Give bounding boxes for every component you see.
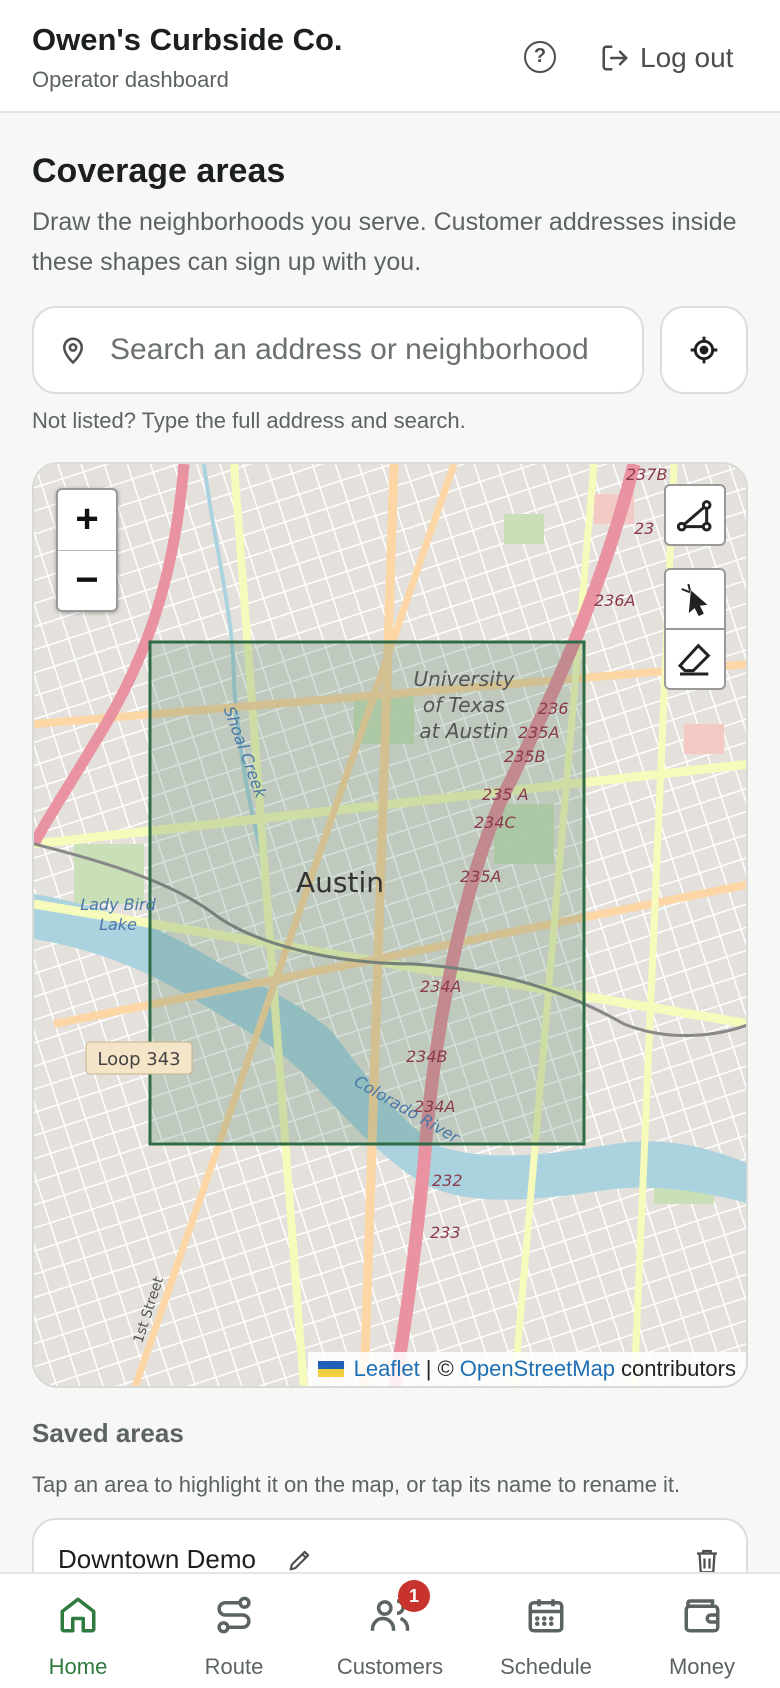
pencil-icon[interactable] xyxy=(286,1546,314,1574)
exit-label: 234C xyxy=(474,813,517,832)
nav-label: Route xyxy=(204,1654,264,1679)
lake-label: Lady Bird xyxy=(80,895,156,914)
address-search-input[interactable] xyxy=(110,333,610,367)
nav-route[interactable]: Route xyxy=(156,1574,312,1688)
logout-button[interactable]: Log out xyxy=(600,38,733,78)
exit-label: 236A xyxy=(594,591,635,610)
exit-label: 232 xyxy=(432,1171,463,1190)
header-subtitle: Operator dashboard xyxy=(32,67,229,92)
nav-label: Schedule xyxy=(500,1654,592,1679)
exit-label: 235B xyxy=(504,747,546,766)
university-label: of Texas xyxy=(423,693,505,717)
nav-schedule[interactable]: Schedule xyxy=(468,1574,624,1688)
polygon-draw-icon xyxy=(676,500,712,532)
calendar-icon xyxy=(528,1599,564,1633)
university-label: at Austin xyxy=(419,719,508,743)
crosshair-icon xyxy=(690,336,718,364)
exit-label: 235 A xyxy=(482,785,529,804)
nav-money[interactable]: Money xyxy=(624,1574,780,1688)
logout-icon xyxy=(602,45,628,71)
eraser-icon xyxy=(677,643,711,676)
search-box xyxy=(32,306,644,394)
nav-label: Customers xyxy=(336,1654,444,1679)
route-icon xyxy=(217,1596,251,1634)
zoom-control: + − xyxy=(56,488,118,612)
exit-label: 236 xyxy=(538,699,569,718)
nav-label: Home xyxy=(48,1654,108,1679)
edit-cursor-icon xyxy=(681,583,708,617)
nav-label: Money xyxy=(668,1654,736,1679)
exit-label: 233 xyxy=(430,1223,461,1242)
draw-polygon-button[interactable] xyxy=(664,484,726,546)
saved-area-name[interactable]: Downtown Demo xyxy=(58,1544,256,1575)
osm-link[interactable]: OpenStreetMap xyxy=(460,1352,615,1386)
zoom-out-button[interactable]: − xyxy=(58,550,116,610)
exit-label: 234B xyxy=(406,1047,448,1066)
bottom-navigation: Home Route Customers Schedule Money xyxy=(0,1572,780,1688)
delete-shapes-button[interactable] xyxy=(664,628,726,690)
nav-home[interactable]: Home xyxy=(0,1574,156,1688)
search-hint: Not listed? Type the full address and se… xyxy=(32,408,466,433)
attribution-separator: | © xyxy=(425,1356,454,1381)
lake-label: Lake xyxy=(99,915,137,934)
coverage-map[interactable]: 237B 23 236A 236 235A 235B 235 A 234C 23… xyxy=(32,462,748,1388)
exit-label: 235A xyxy=(460,867,501,886)
exit-label: 234A xyxy=(420,977,461,996)
zoom-in-button[interactable]: + xyxy=(58,490,116,550)
ukraine-flag-icon xyxy=(317,1361,344,1377)
university-label: University xyxy=(414,667,516,691)
exit-label: 237B xyxy=(626,465,668,484)
page-title: Coverage areas xyxy=(32,152,286,190)
edit-shapes-button[interactable] xyxy=(664,568,726,630)
locate-me-button[interactable] xyxy=(660,306,748,394)
attribution-suffix: contributors xyxy=(621,1356,736,1381)
customers-notification-badge: 1 xyxy=(398,1580,430,1612)
home-icon xyxy=(60,1597,96,1633)
city-label: Austin xyxy=(296,866,384,899)
map-tiles: 237B 23 236A 236 235A 235B 235 A 234C 23… xyxy=(34,464,746,1386)
nav-customers[interactable]: Customers xyxy=(312,1574,468,1688)
saved-areas-heading: Saved areas xyxy=(32,1418,184,1448)
exit-label: 23 xyxy=(634,519,654,538)
map-attribution: Leaflet | © OpenStreetMap contributors xyxy=(307,1352,746,1386)
location-pin-icon xyxy=(62,337,84,365)
highway-shield-label: Loop 343 xyxy=(97,1049,180,1070)
help-icon[interactable]: ? xyxy=(524,41,556,73)
logout-label: Log out xyxy=(640,42,734,73)
saved-areas-description: Tap an area to highlight it on the map, … xyxy=(32,1472,681,1497)
brand-name: Owen's Curbside Co. xyxy=(32,22,343,57)
wallet-icon xyxy=(684,1599,720,1633)
exit-label: 235A xyxy=(518,723,559,742)
leaflet-link[interactable]: Leaflet xyxy=(354,1352,420,1386)
page-description: Draw the neighborhoods you serve. Custom… xyxy=(32,208,737,276)
app-header: Owen's Curbside Co. Operator dashboard ?… xyxy=(0,0,780,113)
